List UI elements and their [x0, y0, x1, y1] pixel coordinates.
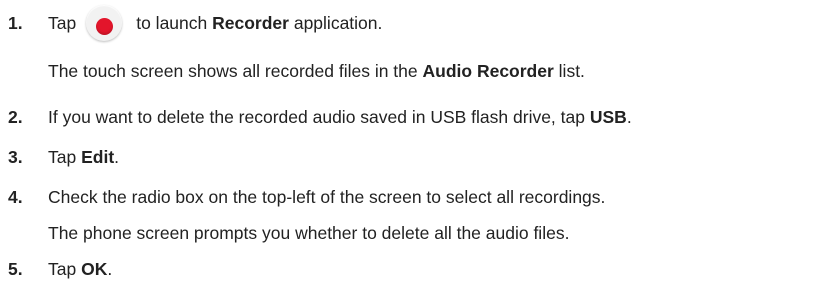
record-icon — [86, 5, 123, 42]
step-text: application. — [293, 13, 383, 33]
note-text: The touch screen shows all recorded file… — [48, 61, 418, 81]
step-text: Tap — [48, 259, 77, 279]
step-text: to launch — [136, 13, 208, 33]
app-name: Recorder — [212, 13, 289, 33]
usb-label: USB — [589, 107, 627, 127]
edit-label: Edit — [81, 147, 115, 167]
step-text: Check the radio box on the top-left of t… — [48, 187, 606, 207]
ok-label: OK — [81, 259, 108, 279]
step-number: 3. — [8, 147, 23, 167]
note-text: list. — [558, 61, 585, 81]
step-number: 1. — [8, 13, 23, 33]
list-name: Audio Recorder — [422, 61, 554, 81]
punctuation: . — [107, 259, 113, 279]
note-text: The phone screen prompts you whether to … — [48, 223, 570, 243]
punctuation: . — [626, 107, 632, 127]
step-text: Tap — [48, 147, 77, 167]
step-number: 5. — [8, 259, 23, 279]
step-text: Tap — [48, 13, 77, 33]
punctuation: . — [114, 147, 120, 167]
instruction-document: 1. Tap to launch Recorder application. Th… — [0, 0, 833, 286]
step-number: 2. — [8, 107, 23, 127]
step-text: If you want to delete the recorded audio… — [48, 107, 585, 127]
step-number: 4. — [8, 187, 23, 207]
